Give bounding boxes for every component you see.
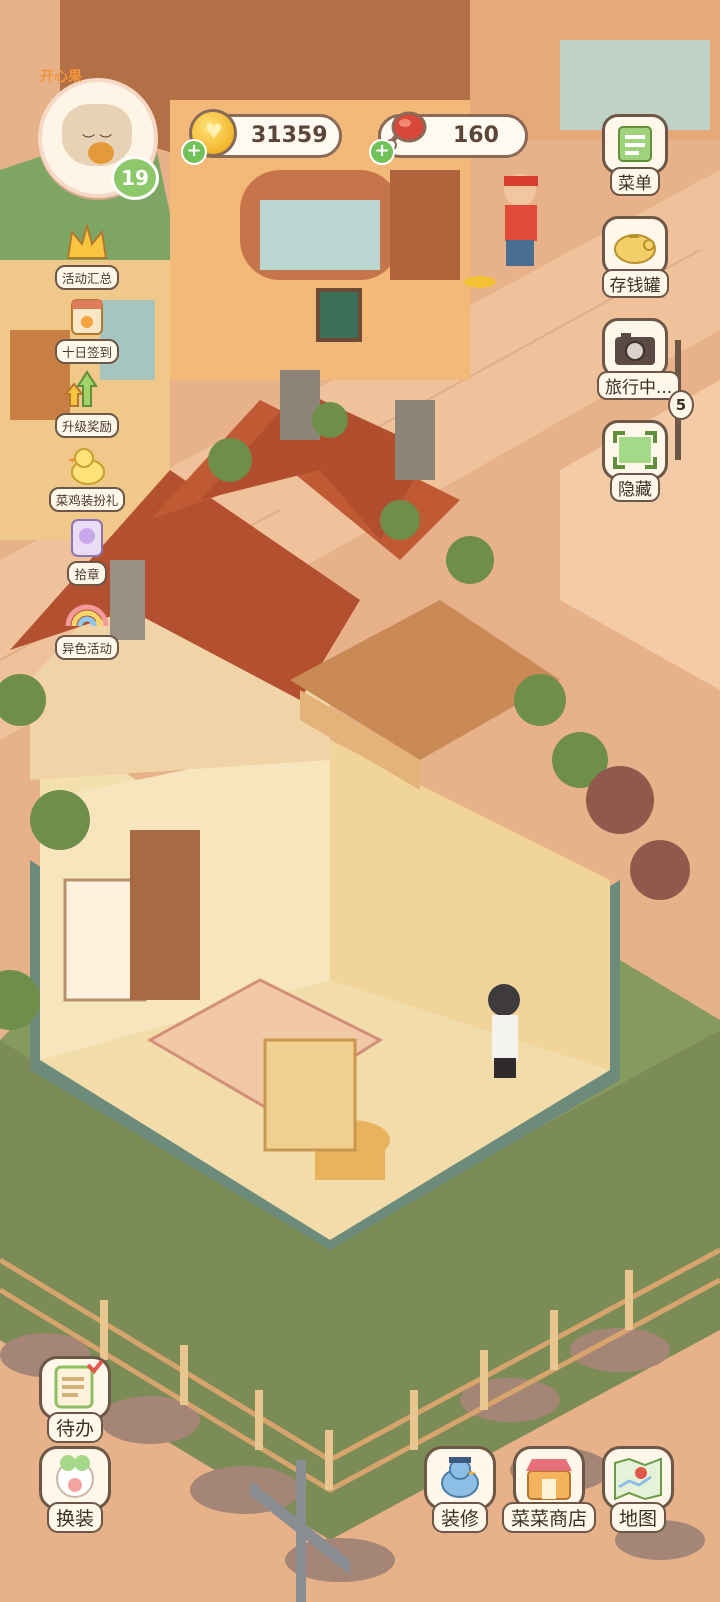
food-value: 160 xyxy=(453,123,499,148)
todo-button[interactable]: 待办 xyxy=(36,1356,114,1443)
hide-ui-button[interactable]: 隐藏 xyxy=(597,420,673,502)
camera-icon xyxy=(602,318,668,378)
avatar-badge: 开心果 xyxy=(40,69,82,85)
event-summary-label: 活动汇总 xyxy=(54,265,119,290)
duck-icon xyxy=(58,440,116,490)
piggy-bank-button[interactable]: 存钱罐 xyxy=(597,216,673,298)
upgrade-arrows-icon xyxy=(58,366,116,416)
map-button[interactable]: 地图 xyxy=(598,1446,678,1533)
outfit-button[interactable]: 换装 xyxy=(36,1446,114,1533)
food-counter[interactable]: + 160 xyxy=(369,111,528,165)
collect-badge-button[interactable]: 拾章 xyxy=(48,514,126,586)
travel-count-value: 5 xyxy=(668,390,694,420)
todo-label: 待办 xyxy=(46,1412,103,1443)
badge-stamp-icon xyxy=(58,514,116,564)
outfit-icon xyxy=(39,1446,111,1510)
chick-outfit-gift-label: 菜鸡装扮礼 xyxy=(48,487,126,512)
chick-outfit-gift-button[interactable]: 菜鸡装扮礼 xyxy=(48,440,126,512)
event-summary-button[interactable]: 活动汇总 xyxy=(48,218,126,290)
level-reward-label: 升级奖励 xyxy=(54,413,119,438)
variant-event-label: 异色活动 xyxy=(54,635,119,660)
coin-value: 31359 xyxy=(251,123,328,148)
outfit-label: 换装 xyxy=(46,1502,103,1533)
add-food-button[interactable]: + xyxy=(369,139,395,165)
map-label: 地图 xyxy=(609,1502,666,1533)
piggy-bank-label: 存钱罐 xyxy=(601,269,669,298)
avatar-bird xyxy=(88,142,114,164)
player-level-badge: 19 xyxy=(111,156,159,200)
menu-button[interactable]: 菜单 xyxy=(597,114,673,196)
calendar-icon xyxy=(58,292,116,342)
rainbow-icon xyxy=(58,588,116,638)
piggy-bank-icon xyxy=(602,216,668,276)
crown-icon xyxy=(58,218,116,268)
shop-label: 菜菜商店 xyxy=(501,1502,596,1533)
decorate-label: 装修 xyxy=(431,1502,488,1533)
decorate-button[interactable]: 装修 xyxy=(420,1446,500,1533)
collect-badge-label: 拾章 xyxy=(67,561,107,586)
map-icon xyxy=(602,1446,674,1510)
todo-list-icon xyxy=(39,1356,111,1420)
shop-button[interactable]: 菜菜商店 xyxy=(500,1446,598,1533)
hide-frame-icon xyxy=(602,420,668,480)
decorate-bird-icon xyxy=(424,1446,496,1510)
menu-list-icon xyxy=(602,114,668,174)
variant-event-button[interactable]: 异色活动 xyxy=(48,588,126,660)
shop-icon xyxy=(513,1446,585,1510)
menu-label: 菜单 xyxy=(610,167,660,196)
traveling-button[interactable]: 旅行中... xyxy=(597,318,681,400)
level-reward-button[interactable]: 升级奖励 xyxy=(48,366,126,438)
add-coins-button[interactable]: + xyxy=(181,139,207,165)
hide-ui-label: 隐藏 xyxy=(610,473,660,502)
ten-day-signin-button[interactable]: 十日签到 xyxy=(48,292,126,364)
coin-counter[interactable]: + 31359 xyxy=(181,109,342,165)
ten-day-signin-label: 十日签到 xyxy=(54,339,119,364)
